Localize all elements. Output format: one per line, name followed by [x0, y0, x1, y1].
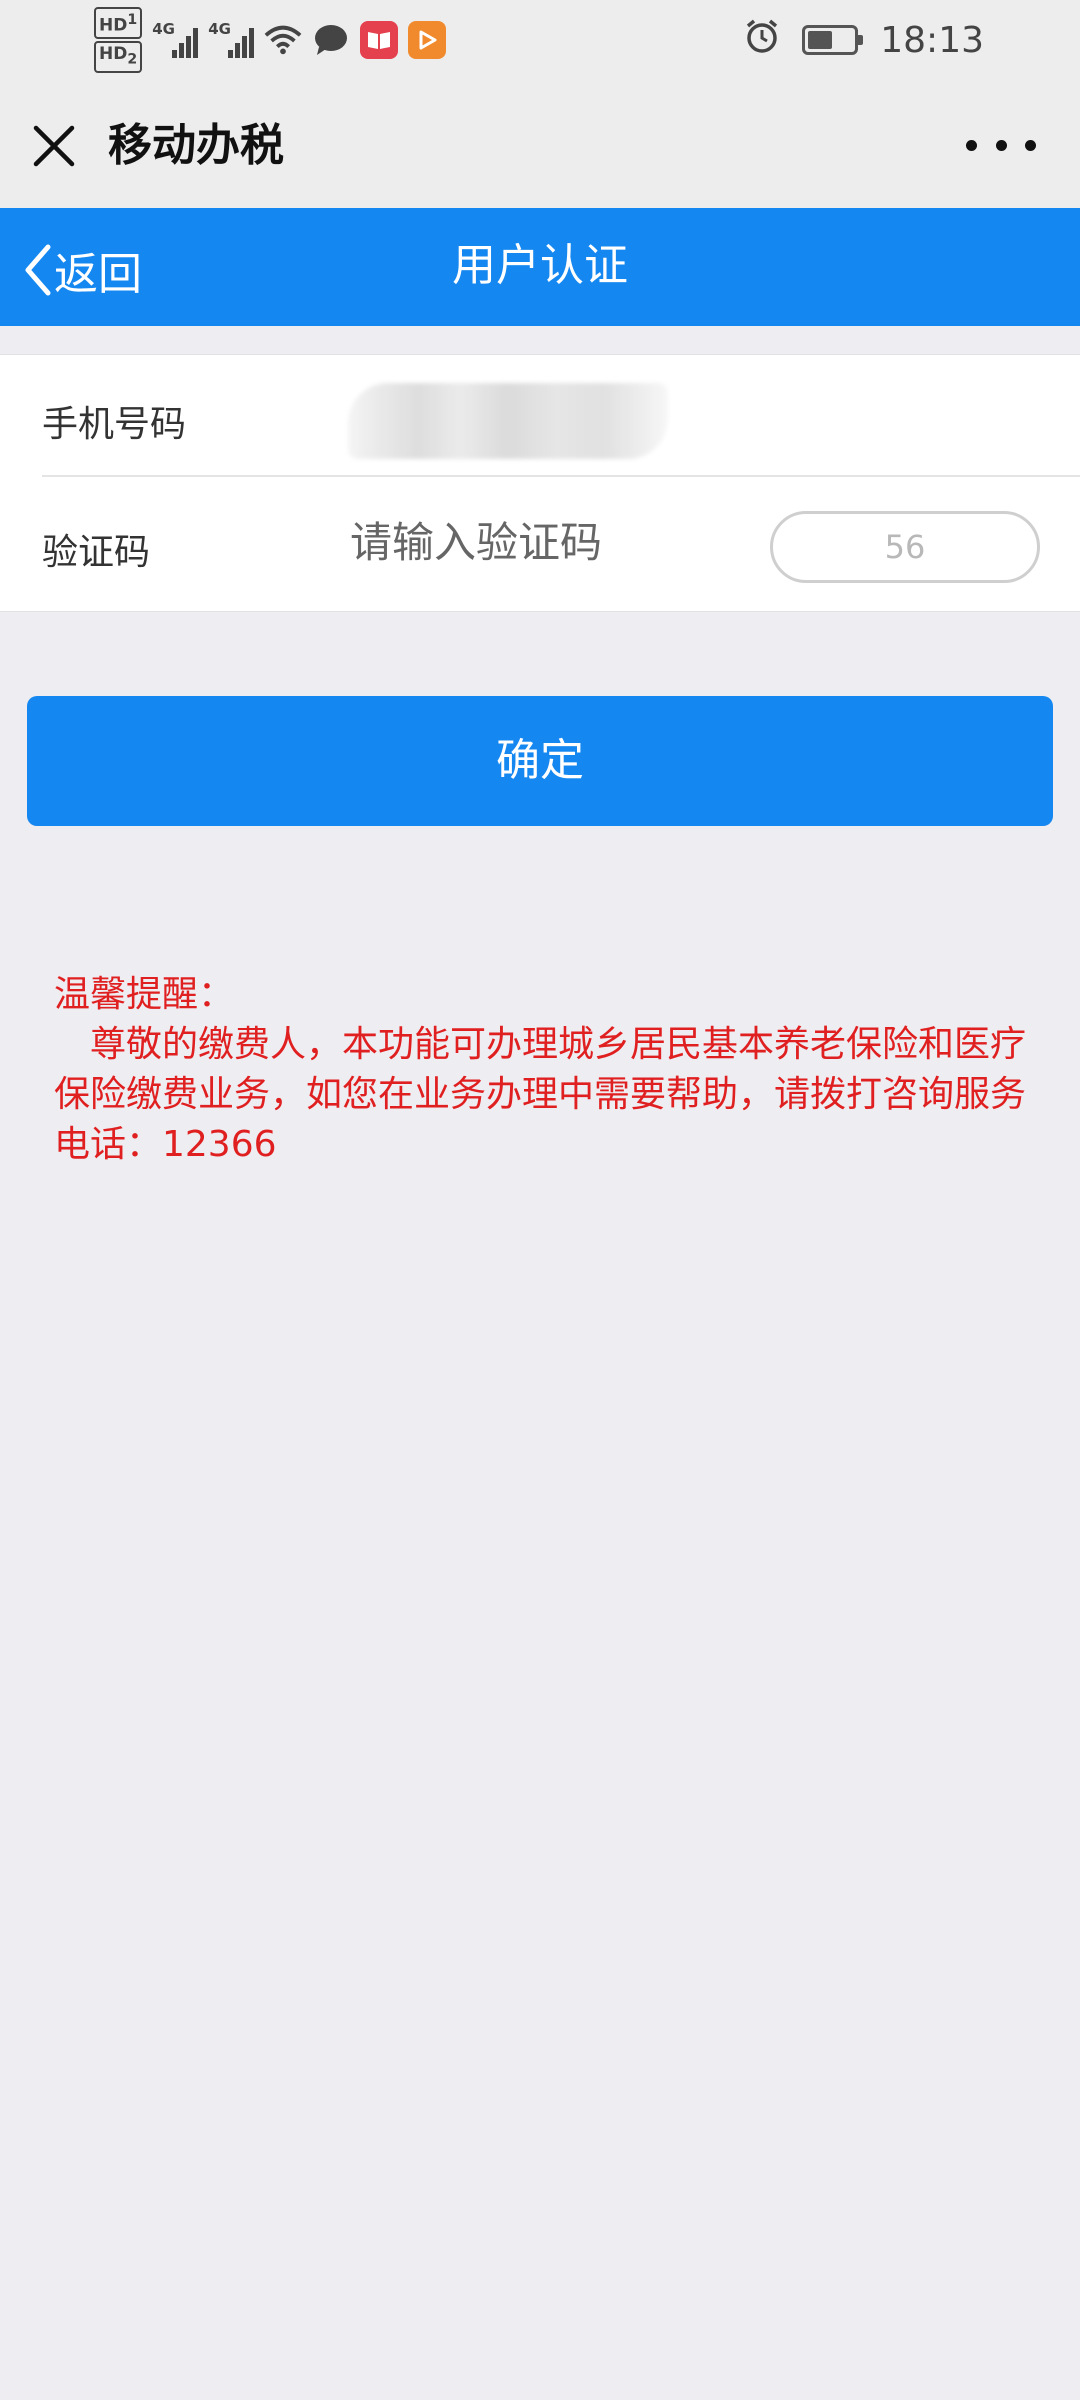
- battery-icon: [802, 25, 864, 55]
- resend-countdown-button[interactable]: 56: [770, 511, 1040, 583]
- status-bar: HD1 HD2 4G 4G 18:13: [0, 0, 1080, 80]
- status-right: 18:13: [744, 8, 984, 72]
- wifi-icon: [264, 21, 302, 59]
- alarm-icon: [744, 18, 780, 63]
- app-title: 移动办税: [108, 120, 284, 171]
- reminder-notice: 温馨提醒： 尊敬的缴费人，本功能可办理城乡居民基本养老保险和医疗保险缴费业务，如…: [54, 970, 1044, 1170]
- signal-1-label: 4G: [152, 20, 175, 38]
- hd1-badge: HD1: [94, 7, 143, 40]
- book-app-icon: [360, 21, 399, 59]
- phone-label: 手机号码: [42, 404, 187, 445]
- code-row: 验证码 56: [0, 477, 1080, 611]
- more-icon[interactable]: [966, 130, 1036, 160]
- hd2-badge: HD2: [94, 41, 143, 73]
- phone-row: 手机号码: [0, 355, 1080, 475]
- page-title: 用户认证: [452, 240, 628, 291]
- hd-indicators: HD1 HD2: [94, 7, 143, 73]
- video-app-icon: [408, 21, 447, 59]
- auth-form: 手机号码 验证码 56: [0, 354, 1080, 612]
- page-header: 返回 用户认证: [0, 208, 1080, 326]
- verification-code-input[interactable]: [350, 507, 750, 577]
- notice-title: 温馨提醒：: [54, 974, 235, 1015]
- phone-value-obscured: [348, 383, 668, 459]
- notice-body: 尊敬的缴费人，本功能可办理城乡居民基本养老保险和医疗保险缴费业务，如您在业务办理…: [54, 1024, 1027, 1165]
- close-icon[interactable]: [24, 116, 84, 176]
- signal-icon-2: 4G: [208, 20, 255, 58]
- app-nav-bar: 移动办税: [0, 80, 1080, 208]
- code-label: 验证码: [42, 532, 151, 573]
- status-left: HD1 HD2 4G 4G: [94, 7, 447, 73]
- chat-icon: [312, 21, 350, 59]
- clock: 18:13: [880, 19, 984, 61]
- signal-2-label: 4G: [208, 20, 231, 38]
- signal-icon-1: 4G: [152, 20, 199, 58]
- confirm-button[interactable]: 确定: [27, 696, 1053, 826]
